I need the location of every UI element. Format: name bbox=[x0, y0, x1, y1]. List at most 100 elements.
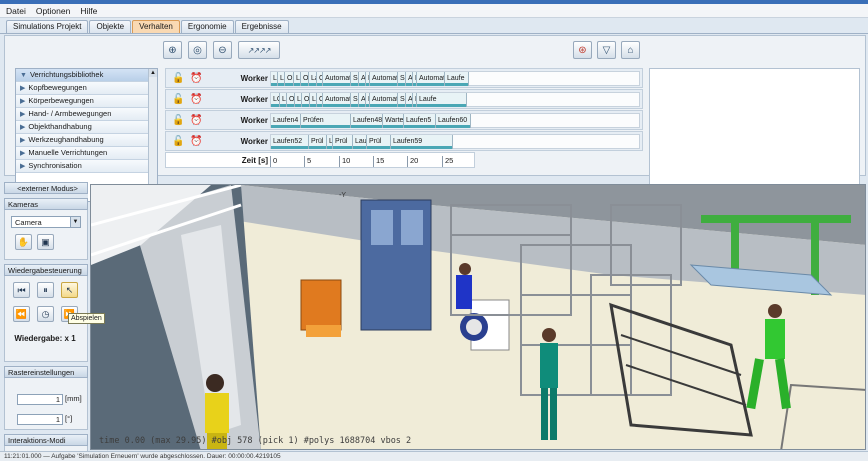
external-mode-button[interactable]: <externer Modus> bbox=[4, 182, 88, 194]
activity-bar[interactable]: Sc bbox=[398, 72, 406, 86]
control-sidebar: <externer Modus> Kameras Camera ▼ ✋ ▣ Wi… bbox=[4, 182, 105, 458]
rewind-button[interactable]: ⏪ bbox=[13, 306, 30, 322]
cart-button[interactable]: ▽ bbox=[597, 41, 616, 59]
activity-bar[interactable]: Prül bbox=[309, 135, 327, 149]
zoom-fit-button[interactable]: ◎ bbox=[188, 41, 207, 59]
activity-bar[interactable]: Sc bbox=[351, 72, 359, 86]
cursor-icon: ↖ bbox=[65, 285, 74, 295]
activity-bar[interactable]: Prüfen bbox=[301, 114, 351, 128]
activity-bar[interactable]: Sc bbox=[398, 93, 406, 107]
activity-bar[interactable]: At bbox=[359, 72, 366, 86]
activity-bar[interactable]: Sc bbox=[351, 93, 359, 107]
menu-hilfe[interactable]: Hilfe bbox=[80, 6, 97, 16]
walk-sequence-button[interactable]: ↗↗↗↗ bbox=[238, 41, 280, 59]
clock-icon[interactable]: ⏰ bbox=[190, 115, 202, 127]
library-item-manuelle-verrichtungen[interactable]: ▶ Manuelle Verrichtungen bbox=[16, 147, 157, 160]
activity-bar[interactable]: Ob bbox=[285, 72, 294, 86]
gantt-row-2[interactable]: 🔓 ⏰ Worker LOLaufeObLauObLauObAutomatiSc… bbox=[165, 89, 643, 109]
behavior-panel: ⊕ ◎ ⊖ ↗↗↗↗ ⊛ ▽ ⌂ ▼ Verrichtungsbibliothek… bbox=[4, 35, 866, 202]
activity-bar[interactable]: Automati bbox=[370, 93, 398, 107]
play-button[interactable]: ↖ bbox=[61, 282, 78, 298]
activity-bar[interactable]: Ob bbox=[287, 93, 295, 107]
grid-angle-input[interactable]: 1 bbox=[17, 414, 63, 425]
lock-icon[interactable]: 🔓 bbox=[172, 73, 184, 85]
record-button[interactable]: ⊛ bbox=[573, 41, 592, 59]
activity-bar[interactable]: Warte bbox=[383, 114, 404, 128]
activity-bar[interactable]: LC bbox=[271, 72, 278, 86]
status-bar: 11:21:01.000 — Aufgabe 'Simulation Erneu… bbox=[0, 451, 868, 461]
tab-simulations-projekt[interactable]: Simulations Projekt bbox=[6, 20, 89, 33]
library-item-hand-armbewegungen[interactable]: ▶ Hand- / Armbewegungen bbox=[16, 108, 157, 121]
library-item-werkzeughandhabung[interactable]: ▶ Werkzeughandhabung bbox=[16, 134, 157, 147]
grid-angle-unit: [°] bbox=[65, 414, 73, 423]
clock-icon[interactable]: ⏰ bbox=[190, 73, 202, 85]
activity-bar[interactable]: Prül bbox=[333, 135, 353, 149]
activity-bar[interactable]: Laufe bbox=[280, 93, 287, 107]
activity-bar[interactable]: Lau bbox=[309, 72, 317, 86]
library-item-synchronisation[interactable]: ▶ Synchronisation bbox=[16, 160, 157, 173]
gantt-row-1[interactable]: 🔓 ⏰ Worker LCLaufeObLauObLauObAutomatiSc… bbox=[165, 68, 643, 88]
activity-bar[interactable]: Laufen52 bbox=[271, 135, 309, 149]
camera-snapshot-button[interactable]: ▣ bbox=[37, 234, 54, 250]
activity-bar[interactable]: Laufen59 bbox=[391, 135, 453, 149]
menu-datei[interactable]: Datei bbox=[6, 6, 26, 16]
rewind-icon: ⏪ bbox=[15, 309, 28, 319]
camera-move-button[interactable]: ✋ bbox=[15, 234, 32, 250]
activity-bar[interactable]: Ob bbox=[301, 72, 309, 86]
menu-optionen[interactable]: Optionen bbox=[36, 6, 71, 16]
activity-bar[interactable]: LO bbox=[271, 93, 280, 107]
library-item-koerperbewegungen[interactable]: ▶ Körperbewegungen bbox=[16, 95, 157, 108]
tab-ergebnisse[interactable]: Ergebnisse bbox=[234, 20, 289, 33]
gantt-row-4[interactable]: 🔓 ⏰ Worker Laufen52PrülLaPrülLaulPrülLau… bbox=[165, 131, 643, 151]
clock-icon[interactable]: ⏰ bbox=[190, 136, 202, 148]
activity-bar[interactable]: At bbox=[359, 93, 366, 107]
chevron-down-icon: ▼ bbox=[70, 217, 80, 227]
zoom-in-button[interactable]: ⊕ bbox=[163, 41, 182, 59]
scroll-up-icon[interactable]: ▲ bbox=[149, 69, 157, 77]
activity-bar[interactable]: Prül bbox=[367, 135, 391, 149]
activity-bar[interactable]: Ob bbox=[302, 93, 310, 107]
clock-icon[interactable]: ⏰ bbox=[190, 94, 202, 106]
pause-button[interactable]: ⏸ bbox=[37, 282, 54, 298]
tab-objekte[interactable]: Objekte bbox=[89, 20, 132, 33]
library-item-objekthandhabung[interactable]: ▶ Objekthandhabung bbox=[16, 121, 157, 134]
activity-bar[interactable]: Automati bbox=[370, 72, 398, 86]
activity-bar[interactable]: Lau bbox=[294, 72, 301, 86]
lock-icon[interactable]: 🔓 bbox=[172, 94, 184, 106]
chevron-right-icon: ▶ bbox=[20, 150, 26, 157]
activity-bar[interactable]: Laufen60 bbox=[436, 114, 471, 128]
activity-bar[interactable]: Automati bbox=[323, 72, 351, 86]
activity-bar[interactable]: Automati bbox=[417, 72, 445, 86]
zoom-out-button[interactable]: ⊖ bbox=[213, 41, 232, 59]
activity-bar[interactable]: Lau bbox=[310, 93, 317, 107]
time-tick: 20 bbox=[407, 156, 418, 167]
activity-bar[interactable]: Laufen4 bbox=[271, 114, 301, 128]
activity-bar[interactable]: Laufen48 bbox=[351, 114, 383, 128]
tab-ergonomie[interactable]: Ergonomie bbox=[180, 20, 234, 33]
tab-verhalten[interactable]: Verhalten bbox=[132, 20, 180, 33]
home-button[interactable]: ⌂ bbox=[621, 41, 640, 59]
activity-bar[interactable]: Laul bbox=[353, 135, 367, 149]
library-item-kopfbewegungen[interactable]: ▶ Kopfbewegungen bbox=[16, 82, 157, 95]
activity-bar[interactable]: Laufe bbox=[278, 72, 285, 86]
loop-button[interactable]: ◷ bbox=[37, 306, 54, 322]
lock-icon[interactable]: 🔓 bbox=[172, 136, 184, 148]
chevron-right-icon: ▶ bbox=[20, 163, 26, 170]
activity-bar[interactable]: At bbox=[406, 93, 413, 107]
zoom-fit-icon: ◎ bbox=[193, 44, 202, 56]
3d-viewport[interactable]: -Y time 0.00 (max 29.95) #obj 578 (pick … bbox=[90, 184, 866, 450]
grid-size-input[interactable]: 1 bbox=[17, 394, 63, 405]
lock-icon[interactable]: 🔓 bbox=[172, 115, 184, 127]
gantt-row-3[interactable]: 🔓 ⏰ Worker Laufen4 Prüfen Laufen48 Warte Lau… bbox=[165, 110, 643, 130]
activity-bar[interactable]: Laufe bbox=[445, 72, 469, 86]
activity-bar[interactable]: Laufen5 bbox=[404, 114, 436, 128]
camera-select[interactable]: Camera ▼ bbox=[11, 216, 81, 228]
activity-bar[interactable]: Lau bbox=[295, 93, 302, 107]
skip-to-start-button[interactable]: ⏮ bbox=[13, 282, 30, 298]
time-tick: 5 bbox=[304, 156, 311, 167]
library-scrollbar[interactable]: ▲ ▼ bbox=[148, 69, 157, 201]
activity-bar[interactable]: At bbox=[406, 72, 413, 86]
activity-bar[interactable]: Laufe bbox=[417, 93, 467, 107]
activity-bar[interactable]: Automati bbox=[323, 93, 351, 107]
library-item-verrichtungsbibliothek[interactable]: ▼ Verrichtungsbibliothek bbox=[16, 69, 157, 82]
